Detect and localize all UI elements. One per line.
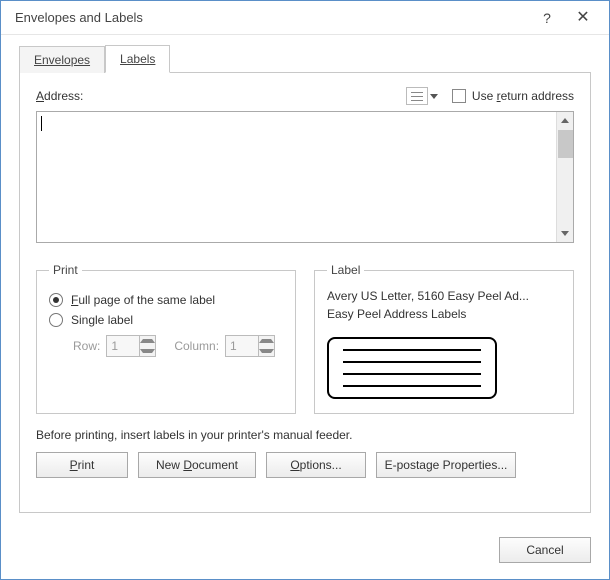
radio-full-label: Full page of the same label xyxy=(71,293,215,307)
row-label: Row: xyxy=(73,339,100,353)
label-legend: Label xyxy=(327,263,364,277)
row-input[interactable] xyxy=(106,335,140,357)
text-cursor xyxy=(41,116,42,131)
label-line2: Easy Peel Address Labels xyxy=(327,305,561,323)
options-button[interactable]: Options... xyxy=(266,452,366,478)
address-textarea[interactable] xyxy=(36,111,574,243)
tab-envelopes[interactable]: Envelopes xyxy=(19,46,105,73)
titlebar: Envelopes and Labels ? ✕ xyxy=(1,1,609,35)
new-document-button[interactable]: New Document xyxy=(138,452,256,478)
scrollbar[interactable] xyxy=(556,112,573,242)
spin-down-icon[interactable] xyxy=(259,346,274,356)
tab-labels[interactable]: Labels xyxy=(105,45,170,73)
spin-down-icon[interactable] xyxy=(140,346,155,356)
radio-icon xyxy=(49,293,63,307)
close-button[interactable]: ✕ xyxy=(565,5,601,31)
address-dropdown-icon[interactable] xyxy=(430,94,438,99)
use-return-label: Use return address xyxy=(472,89,574,103)
label-info: Avery US Letter, 5160 Easy Peel Ad... Ea… xyxy=(327,287,561,323)
print-group: Print Full page of the same label Single… xyxy=(36,263,296,414)
row-spinner[interactable] xyxy=(106,335,156,357)
cancel-button[interactable]: Cancel xyxy=(499,537,591,563)
print-button[interactable]: Print xyxy=(36,452,128,478)
column-input[interactable] xyxy=(225,335,259,357)
rowcol-controls: Row: Column: xyxy=(73,335,283,357)
dialog-body: Envelopes Labels Address: Use return add… xyxy=(1,35,609,527)
label-line1: Avery US Letter, 5160 Easy Peel Ad... xyxy=(327,287,561,305)
dialog-title: Envelopes and Labels xyxy=(15,10,529,25)
address-label: Address: xyxy=(36,89,406,103)
spin-up-icon[interactable] xyxy=(140,336,155,346)
radio-single-label-text: Single label xyxy=(71,313,133,327)
dialog-footer: Cancel xyxy=(1,527,609,579)
column-label: Column: xyxy=(174,339,219,353)
epostage-button[interactable]: E-postage Properties... xyxy=(376,452,516,478)
scroll-down-button[interactable] xyxy=(557,225,573,242)
labels-panel: Address: Use return address Print xyxy=(19,72,591,513)
help-button[interactable]: ? xyxy=(529,5,565,31)
label-group: Label Avery US Letter, 5160 Easy Peel Ad… xyxy=(314,263,574,414)
scroll-thumb[interactable] xyxy=(558,130,573,158)
scroll-up-button[interactable] xyxy=(557,112,573,129)
label-preview-icon[interactable] xyxy=(327,337,497,399)
address-book-icon[interactable] xyxy=(406,87,428,105)
hint-text: Before printing, insert labels in your p… xyxy=(36,428,574,442)
tabs: Envelopes Labels xyxy=(19,45,591,73)
use-return-address-checkbox[interactable]: Use return address xyxy=(452,89,574,103)
envelopes-labels-dialog: Envelopes and Labels ? ✕ Envelopes Label… xyxy=(0,0,610,580)
radio-icon xyxy=(49,313,63,327)
radio-single-label[interactable]: Single label xyxy=(49,313,283,327)
spin-up-icon[interactable] xyxy=(259,336,274,346)
scroll-track[interactable] xyxy=(557,129,573,225)
address-row: Address: Use return address xyxy=(36,87,574,105)
radio-full-page[interactable]: Full page of the same label xyxy=(49,293,283,307)
print-legend: Print xyxy=(49,263,82,277)
column-spinner[interactable] xyxy=(225,335,275,357)
group-row: Print Full page of the same label Single… xyxy=(36,263,574,414)
action-buttons: Print New Document Options... E-postage … xyxy=(36,452,574,478)
checkbox-icon xyxy=(452,89,466,103)
